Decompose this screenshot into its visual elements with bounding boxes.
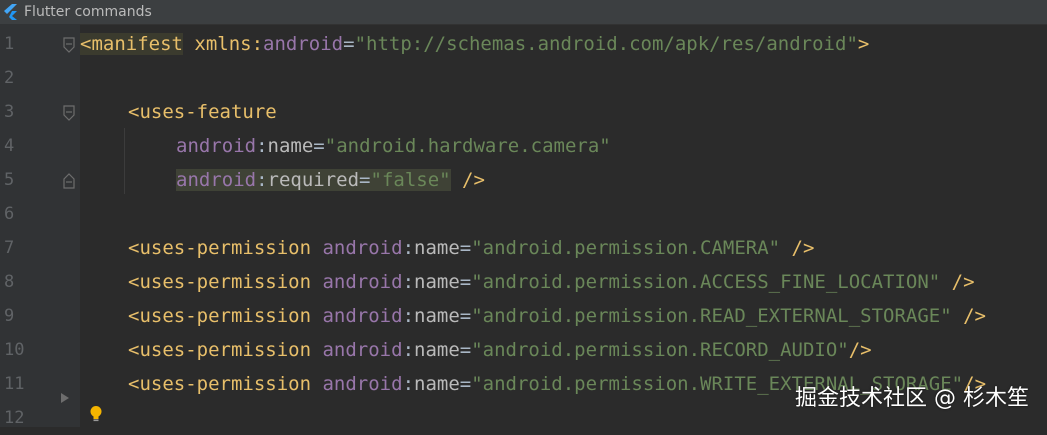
line-number: 10	[4, 340, 25, 360]
code-text[interactable]: <manifest xmlns:android="http://schemas.…	[80, 28, 869, 61]
fold-icon[interactable]	[62, 173, 76, 189]
fold-icon[interactable]	[62, 37, 76, 53]
line-number: 12	[4, 408, 25, 428]
code-line[interactable]: 9 <uses-permission android:name="android…	[0, 300, 1047, 333]
code-line[interactable]: 3 <uses-feature	[0, 96, 1047, 129]
code-line[interactable]: 10 <uses-permission android:name="androi…	[0, 334, 1047, 367]
code-text[interactable]: <uses-permission android:name="android.p…	[128, 300, 986, 333]
code-line[interactable]: 1 <manifest xmlns:android="http://schema…	[0, 28, 1047, 61]
collapse-arrow-icon[interactable]	[60, 392, 70, 404]
code-text[interactable]: <uses-permission android:name="android.p…	[128, 266, 975, 299]
line-number: 5	[4, 170, 15, 190]
line-number: 8	[4, 272, 15, 292]
line-number: 4	[4, 136, 15, 156]
code-line[interactable]: 7 <uses-permission android:name="android…	[0, 232, 1047, 265]
code-line[interactable]: 5 android:required="false" />	[0, 164, 1047, 197]
line-number: 2	[4, 68, 15, 88]
line-number: 1	[4, 34, 15, 54]
code-text[interactable]: android:name="android.hardware.camera"	[176, 130, 611, 163]
code-line[interactable]: 8 <uses-permission android:name="android…	[0, 266, 1047, 299]
line-number: 7	[4, 238, 15, 258]
code-text[interactable]: android:required="false" />	[176, 164, 485, 197]
line-number: 9	[4, 306, 15, 326]
code-text[interactable]: <uses-permission android:name="android.p…	[128, 334, 872, 367]
watermark: 掘金技术社区 @ 杉木笙	[795, 386, 1029, 411]
code-line[interactable]: 6	[0, 198, 1047, 231]
line-number: 3	[4, 102, 15, 122]
line-number: 11	[4, 374, 25, 394]
tool-window-header: Flutter commands	[0, 0, 1047, 25]
code-text[interactable]: <uses-permission android:name="android.p…	[128, 232, 814, 265]
line-number: 6	[4, 204, 15, 224]
lightbulb-icon[interactable]	[89, 405, 103, 423]
code-line[interactable]: 4 android:name="android.hardware.camera"	[0, 130, 1047, 163]
code-line[interactable]: 2	[0, 62, 1047, 95]
flutter-icon	[4, 4, 17, 20]
code-text[interactable]: <uses-feature	[128, 96, 277, 129]
fold-icon[interactable]	[62, 105, 76, 121]
window-title: Flutter commands	[24, 4, 152, 20]
